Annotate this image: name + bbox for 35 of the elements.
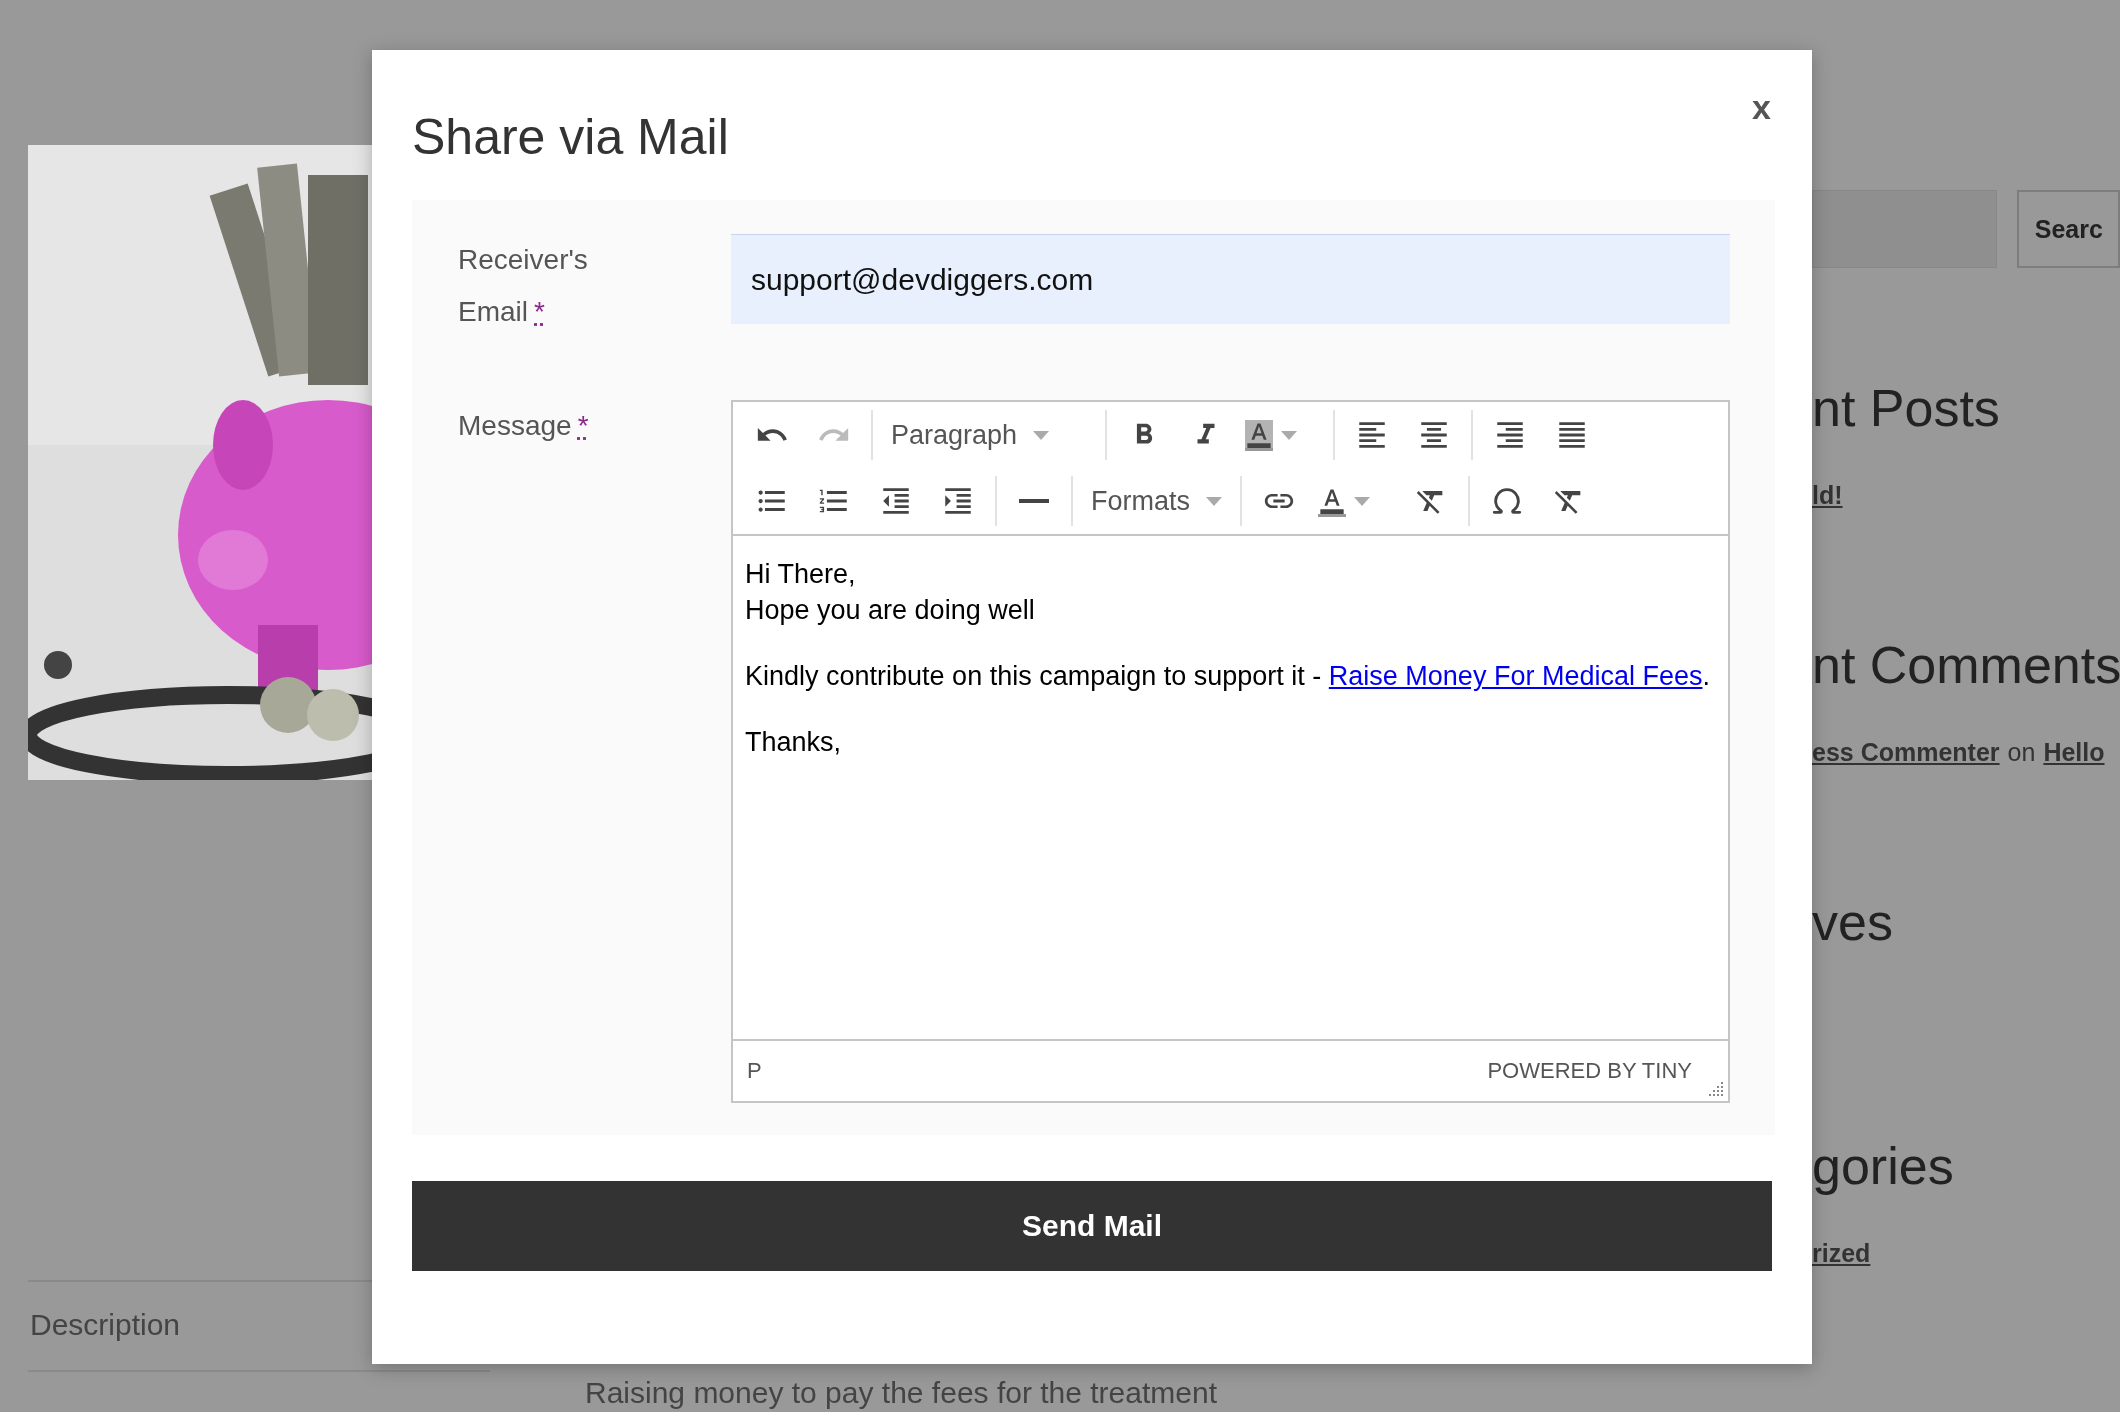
caret-icon: [1281, 430, 1297, 440]
required-mark: *: [534, 296, 545, 327]
description-text: Raising money to pay the fees for the treatment: [585, 1376, 1218, 1410]
search-field[interactable]: [1812, 190, 1997, 268]
caret-icon: [1206, 496, 1222, 506]
message-text: Hi There,: [745, 558, 857, 591]
widget-heading: ves: [1812, 892, 1894, 952]
search-button[interactable]: Searc: [2016, 190, 2120, 268]
sidebar-link[interactable]: ld!: [1812, 480, 1843, 510]
required-mark: *: [577, 410, 589, 441]
format-dropdown[interactable]: Paragraph: [879, 410, 1099, 460]
branding-text: POWERED BY TINY: [1487, 1058, 1692, 1084]
caret-icon: [1354, 496, 1370, 506]
resize-handle-icon[interactable]: [1706, 1079, 1724, 1097]
message-text: Kindly contribute on this campaign to support it - Raise Money For Medical Fees.: [745, 660, 1711, 693]
format-dropdown[interactable]: Formats: [1079, 476, 1234, 526]
close-button[interactable]: x: [1748, 88, 1775, 127]
element-path: P: [747, 1058, 762, 1084]
sidebar-text: on: [2007, 737, 2036, 767]
widget-heading: nt Comments: [1812, 635, 2120, 695]
sidebar-link[interactable]: rized: [1812, 1238, 1871, 1268]
widget-heading: nt Posts: [1812, 378, 2001, 438]
field-label: Receiver's Email *: [457, 243, 589, 329]
send-mail-button[interactable]: Send Mail: [412, 1181, 1772, 1271]
caret-icon: [1033, 430, 1050, 440]
message-text: Hope you are doing well: [745, 594, 1036, 627]
message-text: Thanks,: [745, 726, 843, 759]
campaign-link[interactable]: Raise Money For Medical Fees: [1328, 661, 1703, 691]
modal-title: Share via Mail: [412, 108, 729, 166]
email-field[interactable]: support@devdiggers.com: [731, 234, 1730, 324]
rich-text-editor[interactable]: Paragraph Formats Hi There, Hope you are doing well Kindly contribute on this campaign to support it - Raise Money For Medical Fees. Thanks, P POWERED BY TINY: [731, 400, 1730, 1103]
sidebar-link[interactable]: ess Commenter: [1812, 737, 2000, 767]
sidebar-link[interactable]: Hello: [2043, 737, 2105, 767]
widget-heading: gories: [1812, 1136, 1955, 1196]
field-label: Message *: [457, 409, 590, 443]
